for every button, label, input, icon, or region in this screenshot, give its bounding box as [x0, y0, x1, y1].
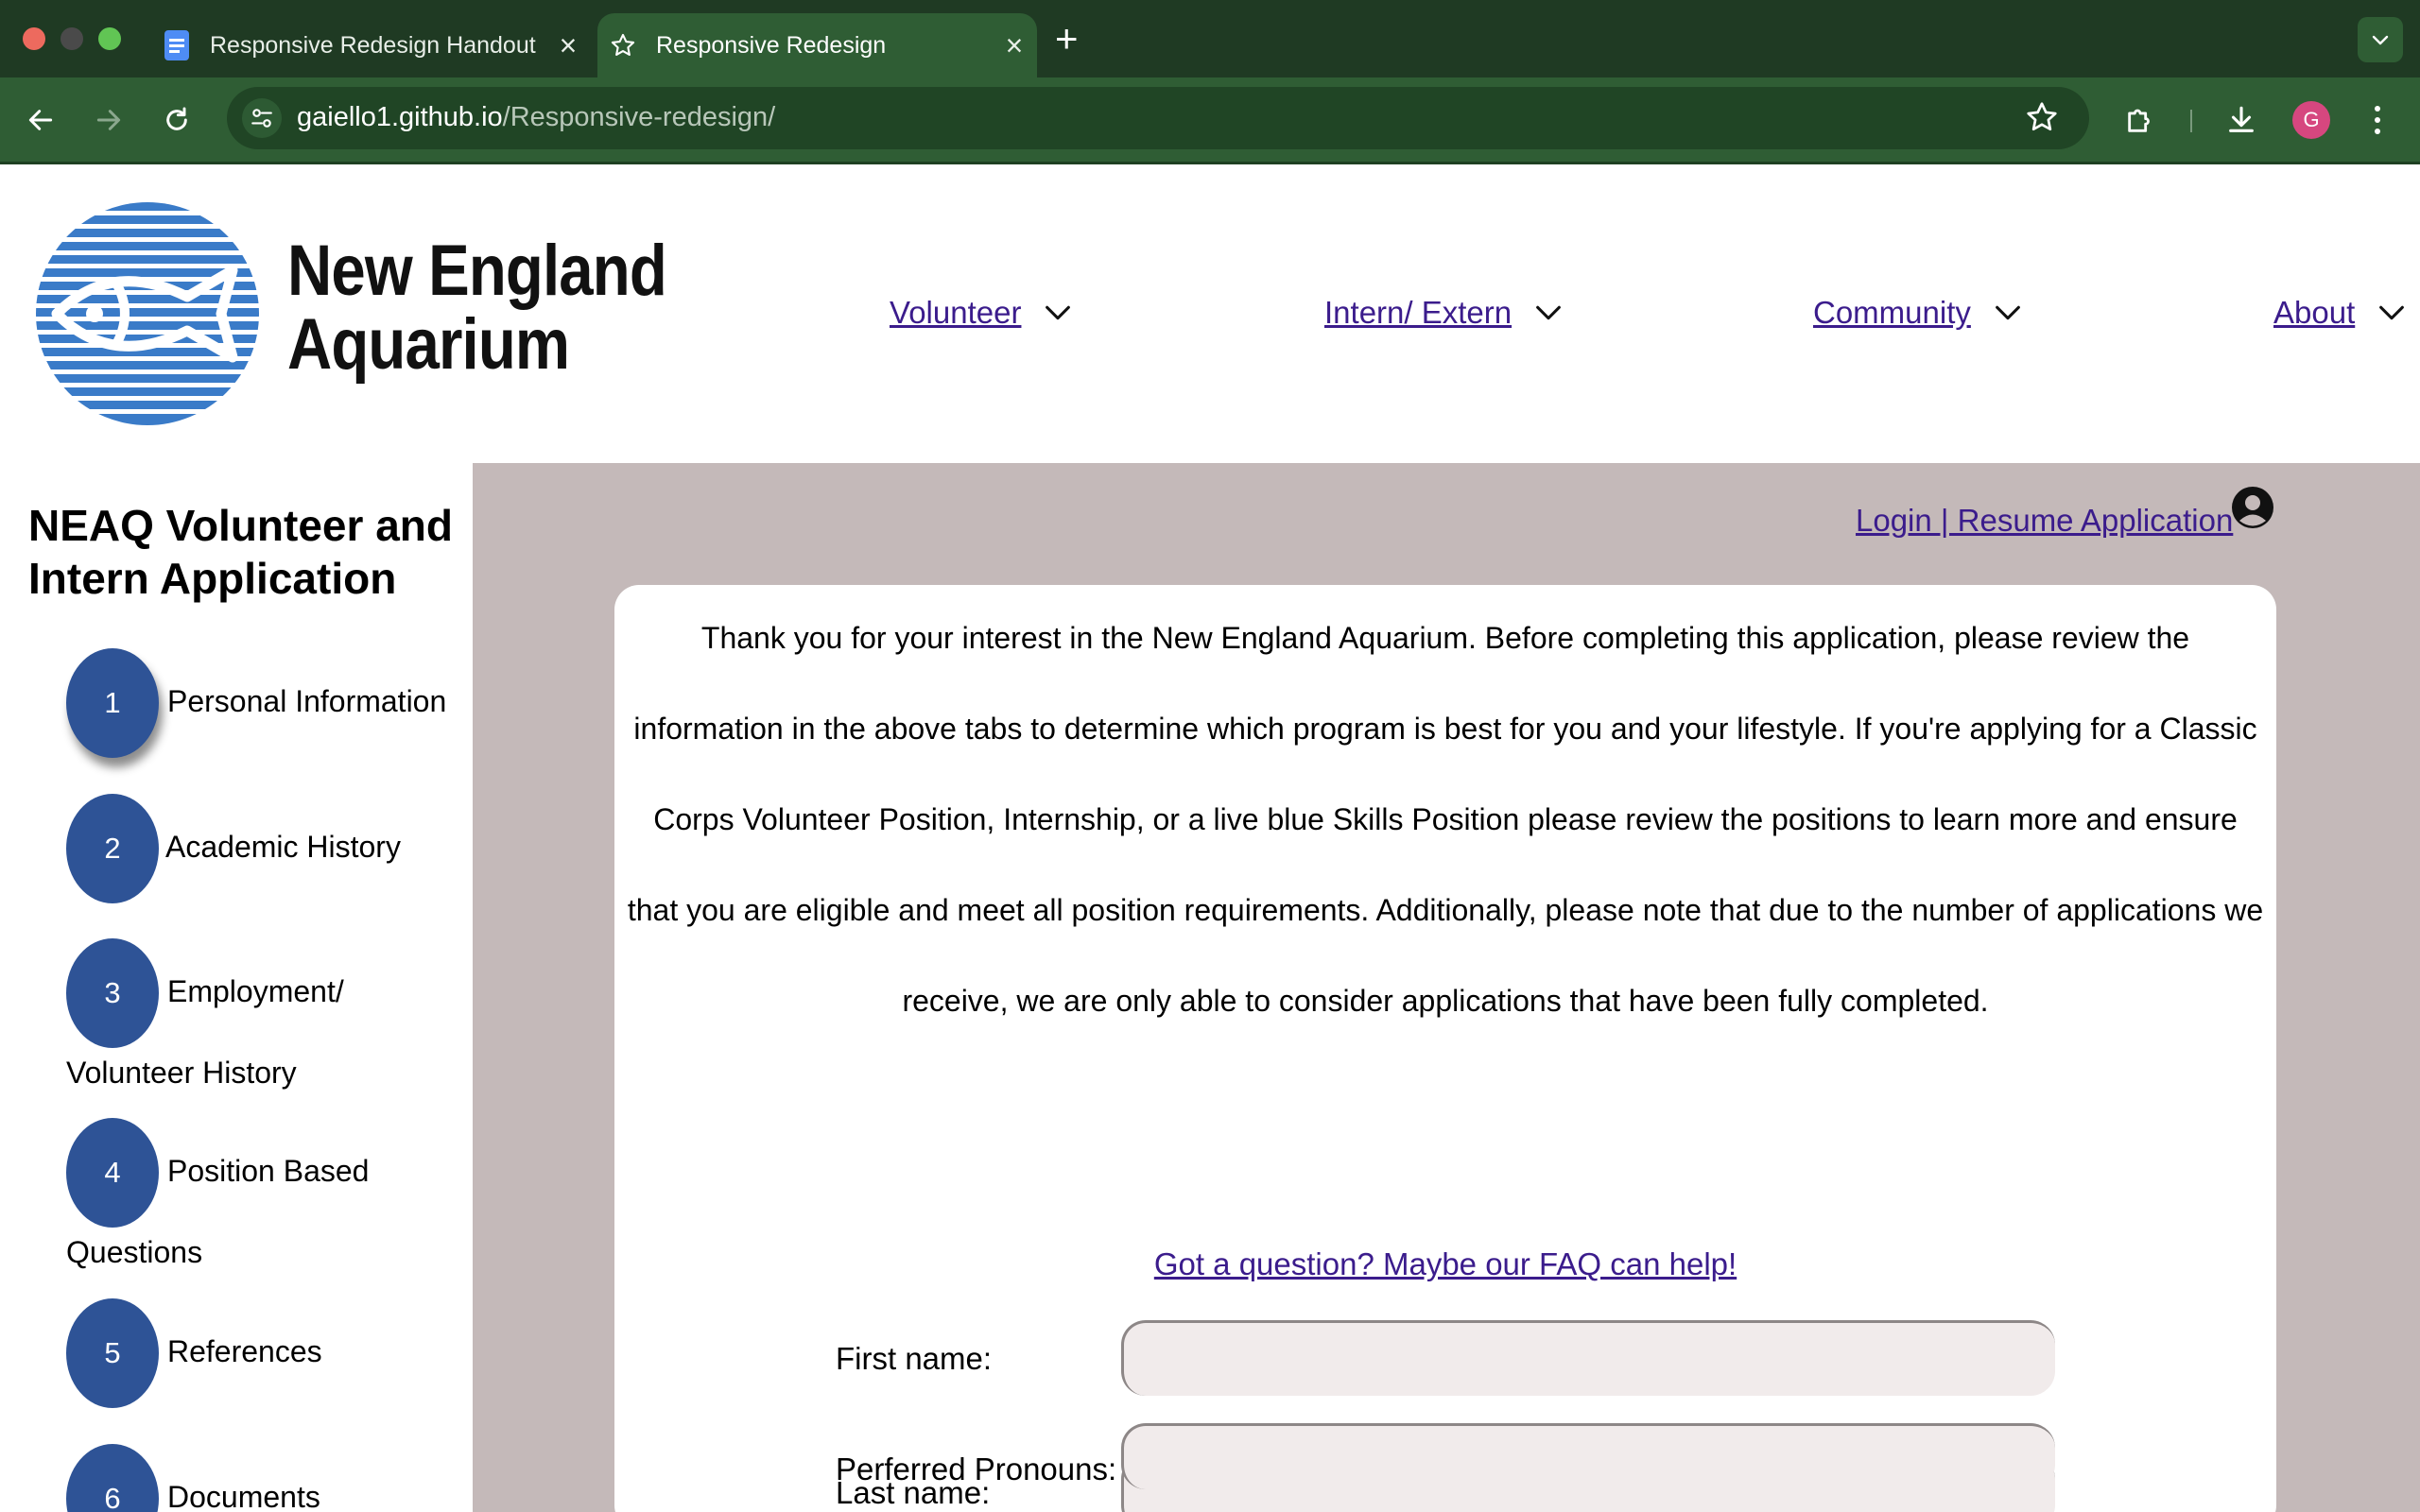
first-name-field[interactable]	[1121, 1320, 2055, 1396]
toolbar-divider	[2190, 110, 2192, 132]
download-icon	[2229, 106, 2254, 132]
sidebar-title: NEAQ Volunteer and Intern Application	[28, 501, 453, 603]
step-number-badge: 1	[66, 648, 159, 758]
user-account-icon[interactable]	[2231, 486, 2274, 529]
fish-logo-icon[interactable]	[36, 202, 259, 425]
step-label: References	[167, 1334, 322, 1368]
chevron-down-icon	[1536, 305, 1562, 320]
forward-button[interactable]	[87, 98, 130, 142]
browser-menu-button[interactable]	[2356, 98, 2399, 142]
window-minimize-button[interactable]	[60, 27, 83, 50]
step-number-badge: 2	[66, 794, 159, 903]
step-number-badge: 5	[66, 1298, 159, 1408]
intro-paragraph: Thank you for your interest in the New E…	[627, 621, 2264, 1018]
nav-about[interactable]: About	[2273, 295, 2408, 331]
bookmark-star-icon[interactable]	[2025, 100, 2059, 139]
close-tab-icon[interactable]: ×	[995, 26, 1033, 64]
browser-toolbar: gaiello1.github.io/Responsive-redesign/	[0, 77, 2420, 164]
docs-icon	[163, 29, 191, 61]
step-number-badge: 6	[66, 1444, 159, 1512]
chevron-down-icon	[2379, 305, 2405, 320]
site-settings-icon[interactable]	[242, 98, 282, 138]
window-close-button[interactable]	[23, 27, 45, 50]
url-path: /Responsive-redesign/	[502, 102, 776, 132]
nav-label: About	[2273, 295, 2356, 330]
step-label: Position Based	[167, 1154, 370, 1188]
chevron-down-icon	[1995, 305, 2020, 320]
nav-label: Community	[1813, 295, 1971, 330]
browser-tab-strip: Responsive Redesign Handout × Responsive…	[0, 0, 2420, 77]
chevron-down-icon	[1046, 305, 1071, 320]
step-label: Personal Information	[167, 684, 447, 718]
tab-title: Responsive Redesign	[656, 31, 887, 59]
step-number-badge: 4	[66, 1118, 159, 1228]
preferred-pronouns-label: Perferred Pronouns:	[836, 1452, 1117, 1486]
extensions-button[interactable]	[2118, 98, 2162, 142]
url-text: gaiello1.github.io/Responsive-redesign/	[297, 102, 775, 133]
step-label: Employment/	[167, 974, 344, 1008]
close-tab-icon[interactable]: ×	[549, 26, 587, 64]
nav-volunteer[interactable]: Volunteer	[890, 295, 1074, 331]
kebab-menu-icon	[2375, 106, 2380, 134]
brand-line-2: Aquarium	[287, 304, 570, 385]
reload-icon	[166, 107, 187, 130]
nav-community[interactable]: Community	[1813, 295, 2024, 331]
step-label: Academic History	[165, 830, 401, 864]
nav-intern-extern[interactable]: Intern/ Extern	[1324, 295, 1564, 331]
tab-title: Responsive Redesign Handout	[210, 31, 536, 59]
brand-line-1: New England	[287, 231, 667, 311]
first-name-label: First name:	[836, 1341, 993, 1376]
step-label-continued: Volunteer History	[66, 1056, 297, 1090]
preferred-pronouns-field[interactable]	[1121, 1423, 2055, 1489]
downloads-button[interactable]	[2220, 98, 2263, 142]
puzzle-icon	[2128, 109, 2150, 132]
web-page: New England Aquarium Volunteer Intern/ E…	[0, 166, 2420, 1512]
arrow-right-icon	[96, 110, 121, 130]
browser-tab-responsive-redesign[interactable]: Responsive Redesign ×	[597, 13, 1037, 77]
back-button[interactable]	[19, 98, 62, 142]
step-number-badge: 3	[66, 938, 159, 1048]
chevron-down-icon	[2372, 35, 2389, 45]
reload-button[interactable]	[155, 98, 199, 142]
step-label-continued: Questions	[66, 1235, 203, 1269]
browser-tab-handout[interactable]: Responsive Redesign Handout ×	[151, 13, 591, 77]
arrow-left-icon	[28, 110, 53, 130]
window-zoom-button[interactable]	[98, 27, 121, 50]
url-host: gaiello1.github.io	[297, 102, 503, 132]
profile-initial: G	[2303, 108, 2320, 131]
nav-label: Intern/ Extern	[1324, 295, 1512, 330]
profile-avatar[interactable]: G	[2292, 101, 2330, 139]
application-form-card: Thank you for your interest in the New E…	[614, 585, 2276, 1512]
new-tab-button[interactable]: +	[1055, 17, 1079, 60]
login-resume-link[interactable]: Login | Resume Application	[1856, 503, 2233, 539]
brand-name[interactable]: New England Aquarium	[287, 231, 667, 385]
faq-link[interactable]: Got a question? Maybe our FAQ can help!	[614, 1246, 2276, 1282]
step-label: Documents	[167, 1480, 320, 1512]
address-bar[interactable]: gaiello1.github.io/Responsive-redesign/	[227, 87, 2089, 149]
star-icon	[609, 29, 637, 61]
nav-label: Volunteer	[890, 295, 1022, 330]
tab-search-button[interactable]	[2358, 17, 2403, 62]
